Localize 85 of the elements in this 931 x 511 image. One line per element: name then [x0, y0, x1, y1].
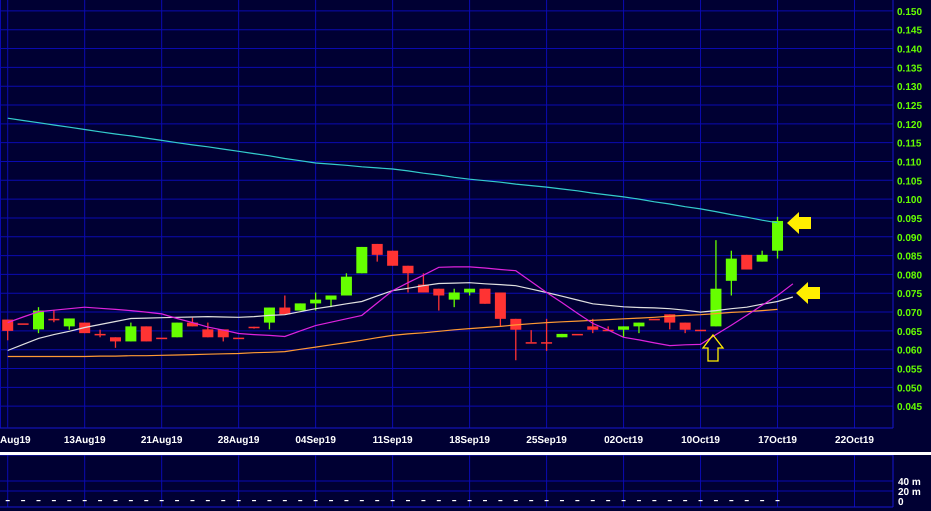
candlestick [448, 288, 460, 308]
price-axis-label: 0.045 [897, 402, 922, 414]
price-axis-label: 0.110 [897, 158, 922, 168]
date-axis-label: 18Sep19 [449, 435, 490, 446]
price-axis-label: 0.145 [897, 26, 922, 37]
candlestick [2, 320, 14, 340]
volume-axis-label: 20 m [898, 487, 921, 498]
date-axis-label: Aug19 [0, 435, 31, 446]
date-axis-label: 25Sep19 [526, 435, 567, 446]
price-axis-label: 0.130 [897, 82, 922, 94]
candlestick [664, 314, 676, 330]
candlestick [233, 337, 244, 340]
candlestick [186, 318, 198, 326]
date-axis-label: 13Aug19 [64, 435, 106, 446]
candlestick [648, 318, 660, 320]
candlestick [756, 250, 768, 262]
date-axis-label: 28Aug19 [218, 435, 260, 446]
candlestick [202, 322, 214, 338]
price-axis-label: 0.070 [897, 308, 922, 320]
price-axis-label: 0.085 [897, 252, 922, 263]
candlestick [264, 308, 275, 330]
candlestick [602, 326, 614, 332]
candlestick [279, 296, 290, 314]
candlestick [526, 330, 537, 344]
price-axis-label: 0.150 [897, 6, 922, 18]
candlestick [494, 292, 506, 326]
candlestick [18, 322, 29, 325]
candlestick [510, 318, 522, 360]
candlestick [464, 288, 476, 296]
price-axis-label: 0.135 [897, 63, 922, 74]
volume-axis-label: 40 m [898, 477, 921, 488]
price-axis-label: 0.090 [897, 232, 922, 244]
candlestick [556, 334, 568, 338]
candlestick [340, 273, 352, 296]
candlestick [372, 244, 383, 262]
price-axis-label: 0.065 [897, 326, 922, 338]
candlestick [310, 292, 322, 311]
candlestick [218, 329, 229, 342]
price-axis-label: 0.115 [897, 138, 922, 150]
candlestick [110, 337, 121, 348]
volume-axis-label: 0 [898, 497, 904, 508]
candlestick [387, 250, 398, 266]
price-axis-label: 0.075 [897, 289, 922, 300]
price-axis-label: 0.050 [897, 383, 922, 394]
candlestick [402, 266, 414, 292]
date-axis-label: 11Sep19 [372, 435, 413, 446]
candlestick [172, 322, 183, 338]
candlestick [48, 310, 60, 322]
candlestick [618, 326, 630, 338]
candlestick [541, 318, 552, 351]
date-axis-label: 04Sep19 [295, 435, 336, 446]
candlestick [418, 273, 429, 292]
price-axis-label: 0.080 [897, 270, 922, 282]
candlestick [248, 326, 260, 329]
candlestick [726, 250, 737, 296]
candlestick [587, 318, 598, 334]
candlestick [633, 322, 644, 334]
price-axis-label: 0.055 [897, 364, 922, 376]
candlestick [572, 333, 583, 336]
candlestick [433, 288, 444, 311]
candlestick [695, 329, 706, 332]
date-axis-label: 10Oct19 [681, 435, 720, 446]
candlestick [741, 254, 752, 270]
up-arrow-icon [702, 334, 724, 362]
candlestick [94, 330, 106, 338]
left-arrow-icon [796, 282, 820, 304]
price-axis-label: 0.100 [897, 195, 922, 206]
price-axis-label: 0.095 [897, 214, 922, 225]
price-axis-label: 0.060 [897, 346, 922, 357]
left-arrow-icon [787, 212, 811, 234]
date-axis-label: 22Oct19 [835, 435, 874, 446]
price-axis-label: 0.125 [897, 101, 922, 112]
candlestick [326, 296, 337, 308]
price-axis-label: 0.140 [897, 44, 922, 56]
candlestick [772, 216, 784, 259]
candlestick [156, 337, 168, 340]
date-axis-label: 21Aug19 [140, 435, 182, 446]
date-axis-label: 17Oct19 [758, 435, 797, 446]
date-axis-label: 02Oct19 [604, 435, 644, 446]
candlestick [480, 288, 490, 304]
candlestick [33, 307, 44, 334]
price-axis-label: 0.105 [897, 176, 922, 188]
candlestick [64, 318, 75, 330]
candlestick [680, 322, 691, 334]
price-axis-label: 0.120 [897, 120, 922, 131]
